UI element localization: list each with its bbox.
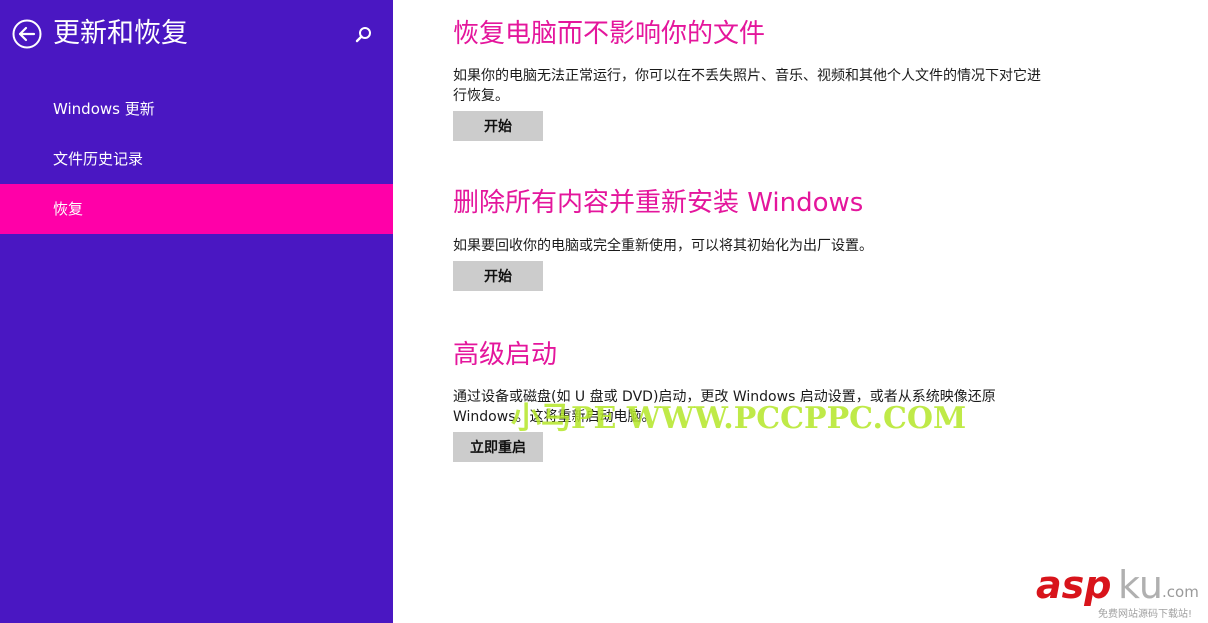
section-title: 删除所有内容并重新安装 Windows (453, 188, 864, 218)
section-advanced-startup: 高级启动 通过设备或磁盘(如 U 盘或 DVD)启动，更改 Windows 启动… (453, 337, 1193, 462)
refresh-start-button[interactable]: 开始 (453, 111, 543, 141)
sidebar-item-label: 文件历史记录 (53, 150, 144, 168)
section-reset-pc: 删除所有内容并重新安装 Windows 如果要回收你的电脑或完全重新使用，可以将… (453, 185, 1193, 291)
back-arrow-circle-icon (12, 19, 42, 49)
restart-now-button[interactable]: 立即重启 (453, 432, 543, 462)
sidebar-title: 更新和恢复 (53, 18, 188, 49)
search-icon (355, 27, 371, 43)
section-description: 通过设备或磁盘(如 U 盘或 DVD)启动，更改 Windows 启动设置，或者… (453, 389, 996, 425)
sidebar-item-file-history[interactable]: 文件历史记录 (0, 134, 393, 184)
section-title: 高级启动 (453, 340, 558, 370)
sidebar-item-recovery[interactable]: 恢复 (0, 184, 393, 234)
section-title: 恢复电脑而不影响你的文件 (453, 19, 766, 49)
section-refresh-pc: 恢复电脑而不影响你的文件 如果你的电脑无法正常运行，你可以在不丢失照片、音乐、视… (453, 16, 1193, 141)
sidebar-item-windows-update[interactable]: Windows 更新 (0, 84, 393, 134)
settings-window: 更新和恢复 Windows 更新 文件历史记录 恢复 恢复电脑而不影响你的文件 … (0, 0, 1208, 623)
section-description: 如果你的电脑无法正常运行，你可以在不丢失照片、音乐、视频和其他个人文件的情况下对… (453, 68, 1041, 104)
search-button[interactable] (352, 24, 374, 46)
sidebar-nav: Windows 更新 文件历史记录 恢复 (0, 84, 393, 234)
watermark-asp-text: asp (1036, 563, 1112, 607)
back-button[interactable] (12, 19, 42, 49)
watermark-com-text: .com (1162, 583, 1199, 601)
sidebar-item-label: 恢复 (53, 200, 84, 218)
watermark-sub-text: 免费网站源码下载站! (1098, 609, 1193, 620)
reset-start-button[interactable]: 开始 (453, 261, 543, 291)
section-description: 如果要回收你的电脑或完全重新使用，可以将其初始化为出厂设置。 (453, 238, 873, 254)
sidebar-item-label: Windows 更新 (53, 100, 155, 118)
sidebar: 更新和恢复 Windows 更新 文件历史记录 恢复 (0, 0, 393, 623)
watermark-aspku: asp ku .com 免费网站源码下载站! (1036, 563, 1204, 620)
watermark-ku-text: ku (1118, 563, 1163, 607)
